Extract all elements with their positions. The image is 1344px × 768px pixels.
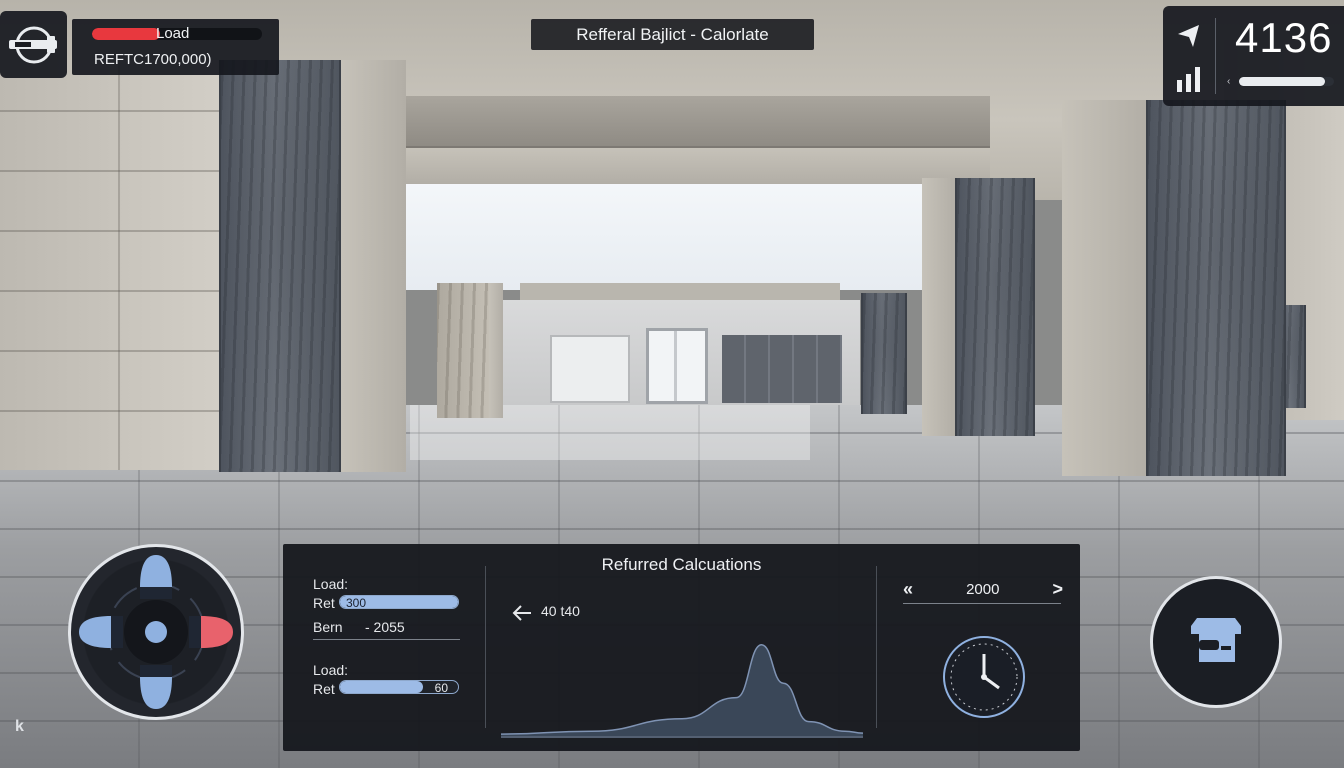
signal-bars-icon [1177, 67, 1200, 92]
stats-divider [1215, 18, 1216, 94]
year-prev-button[interactable]: « [903, 579, 913, 600]
distribution-graph [501, 644, 863, 738]
pillar-side [1062, 100, 1148, 476]
score-counter: 4136 [1235, 14, 1333, 61]
pillar [219, 60, 341, 472]
clock-gauge-icon[interactable] [941, 634, 1027, 720]
pillar-side [341, 60, 406, 472]
metal-cabinet [722, 335, 842, 403]
garage-door [550, 335, 630, 403]
load-bar-fill [92, 28, 160, 40]
year-underline [903, 603, 1061, 604]
map-action-button[interactable] [1150, 576, 1282, 708]
calculations-panel: Refurred Calcuations Load: Ret 300 Bern … [283, 544, 1080, 751]
row-divider [313, 639, 460, 640]
load-value: REFTC1700,000) [94, 51, 212, 68]
year-selector: « 2000 > [903, 572, 1063, 606]
pillar [955, 178, 1035, 436]
alert-icon[interactable] [1175, 22, 1203, 50]
sky-opening [400, 180, 930, 290]
left-stone-wall [0, 60, 240, 470]
panel-divider [485, 566, 486, 728]
weapon-slot[interactable] [0, 11, 67, 78]
row1-sub-label: Ret [313, 595, 335, 611]
panel-divider [876, 566, 877, 728]
glass-door [646, 328, 708, 404]
pillar-side [922, 178, 956, 436]
row1-value: 300 [346, 596, 367, 609]
graph-readout: 40 t40 [541, 603, 580, 619]
pillar [437, 283, 489, 418]
mode-title: Refferal Bajlict - Calorlate [531, 19, 814, 50]
graph-area [501, 644, 863, 738]
row1-bar[interactable]: 300 [339, 595, 459, 609]
row3-sub-label: Ret [313, 681, 335, 697]
row3-value: 60 [434, 681, 448, 694]
stats-slider-fill [1239, 77, 1325, 86]
row3-label: Load: [313, 662, 349, 678]
pillar [1146, 100, 1286, 476]
ceiling-beam-lower [390, 148, 990, 184]
pillar [861, 293, 907, 414]
stats-slider[interactable] [1239, 77, 1334, 86]
rifle-tool-icon [8, 26, 57, 63]
pillar-side [489, 283, 503, 418]
row1-label: Load: [313, 576, 349, 592]
row3-bar-fill [340, 681, 423, 693]
arrow-left-icon[interactable] [511, 602, 533, 624]
slider-left-arrow-icon[interactable]: ‹ [1227, 76, 1230, 87]
year-next-button[interactable]: > [1052, 579, 1063, 600]
map-scroll-icon [1191, 618, 1241, 662]
corner-logo: k [15, 718, 24, 735]
row2-label: Bern [313, 619, 343, 635]
load-label: Load [156, 25, 190, 42]
row2-value: - 2055 [365, 619, 405, 635]
stats-panel: 4136 ‹ [1163, 6, 1344, 106]
row3-bar[interactable]: 60 [339, 680, 459, 694]
movement-joystick[interactable] [68, 544, 244, 720]
year-value: 2000 [966, 580, 1000, 598]
load-indicator: Load REFTC1700,000) [72, 19, 279, 75]
dpad-icon [79, 555, 233, 709]
